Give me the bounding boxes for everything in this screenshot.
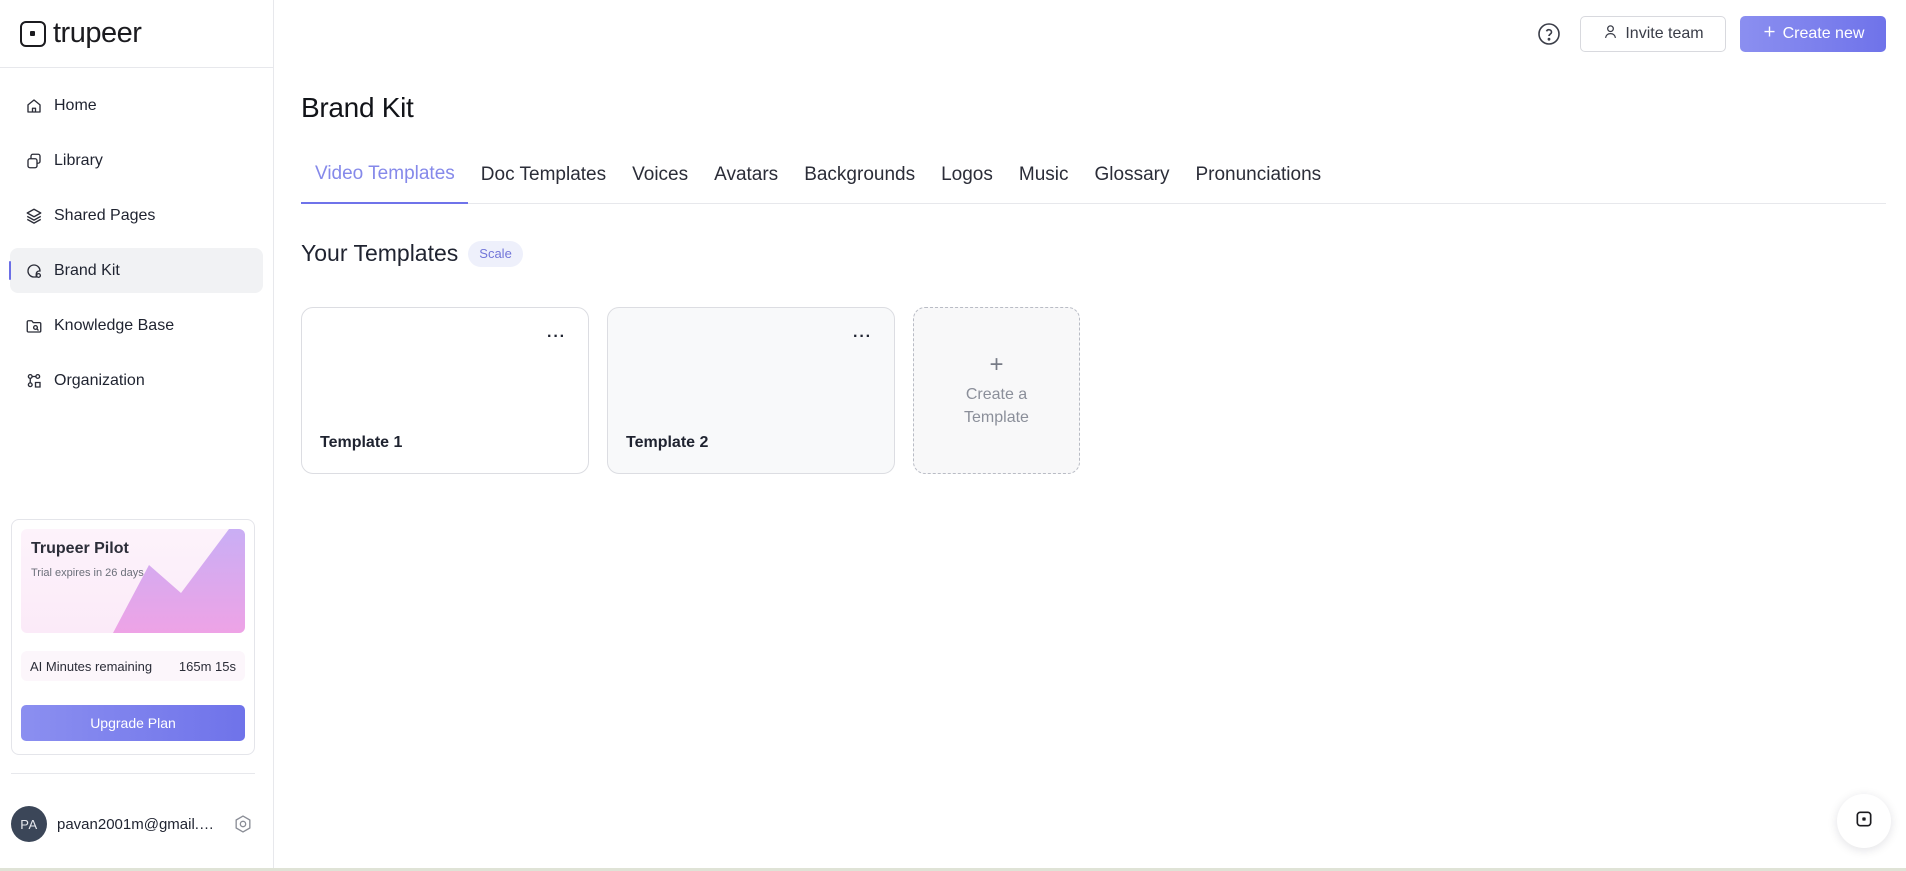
plan-badge: Scale xyxy=(468,240,523,267)
tab-voices[interactable]: Voices xyxy=(619,152,701,204)
plan-hero: Trupeer Pilot Trial expires in 26 days xyxy=(21,529,245,633)
create-new-label: Create new xyxy=(1782,25,1865,42)
page-title: Brand Kit xyxy=(301,92,414,123)
more-options-icon[interactable]: ··· xyxy=(547,329,566,345)
chat-widget-button[interactable] xyxy=(1837,794,1891,848)
tab-doc-templates[interactable]: Doc Templates xyxy=(468,152,619,204)
logo-text: trupeer xyxy=(53,17,142,49)
create-template-card[interactable]: + Create a Template xyxy=(913,307,1080,474)
sidebar-item-label: Organization xyxy=(54,371,145,389)
template-name: Template 2 xyxy=(626,434,709,451)
folder-search-icon xyxy=(25,317,43,335)
invite-team-label: Invite team xyxy=(1625,25,1704,42)
ai-minutes-value: 165m 15s xyxy=(178,658,236,674)
library-icon xyxy=(25,152,43,170)
template-card[interactable]: ··· Template 2 xyxy=(607,307,895,474)
plus-icon: + xyxy=(989,350,1004,378)
sidebar-item-label: Home xyxy=(54,96,97,114)
help-icon[interactable] xyxy=(1537,22,1561,46)
invite-team-button[interactable]: Invite team xyxy=(1580,16,1726,52)
plan-title: Trupeer Pilot xyxy=(31,540,129,557)
sidebar-item-shared-pages[interactable]: Shared Pages xyxy=(10,193,263,238)
tab-avatars[interactable]: Avatars xyxy=(701,152,791,204)
tab-video-templates[interactable]: Video Templates xyxy=(301,152,468,204)
template-card[interactable]: ··· Template 1 xyxy=(301,307,589,474)
sidebar-item-brand-kit[interactable]: Brand Kit xyxy=(9,248,263,293)
create-new-button[interactable]: Create new xyxy=(1740,16,1886,52)
sidebar-item-library[interactable]: Library xyxy=(10,138,263,183)
ai-minutes-row: AI Minutes remaining 165m 15s xyxy=(21,651,245,681)
tab-logos[interactable]: Logos xyxy=(928,152,1006,204)
tab-music[interactable]: Music xyxy=(1006,152,1082,204)
plan-trial-text: Trial expires in 26 days xyxy=(31,567,144,579)
chat-icon xyxy=(1854,809,1874,834)
plus-icon xyxy=(1762,24,1777,44)
ai-minutes-label: AI Minutes remaining xyxy=(30,658,153,674)
brand-kit-tabs: Video Templates Doc Templates Voices Ava… xyxy=(301,152,1886,204)
avatar[interactable]: PA xyxy=(11,806,47,842)
layers-icon xyxy=(25,207,43,225)
home-icon xyxy=(25,97,43,115)
template-name: Template 1 xyxy=(320,434,403,451)
sidebar: trupeer Home Library Shared Pages Brand … xyxy=(0,0,274,871)
sidebar-item-knowledge-base[interactable]: Knowledge Base xyxy=(10,303,263,348)
sidebar-item-organization[interactable]: Organization xyxy=(10,358,263,403)
settings-gear-icon[interactable] xyxy=(232,813,254,835)
brand-kit-icon xyxy=(25,262,43,280)
sidebar-divider xyxy=(11,773,255,774)
templates-section-header: Your Templates Scale xyxy=(301,240,523,267)
trupeer-logo-icon xyxy=(20,20,46,47)
sidebar-item-label: Library xyxy=(54,151,103,169)
upgrade-plan-button[interactable]: Upgrade Plan xyxy=(21,705,245,741)
sidebar-item-label: Shared Pages xyxy=(54,206,156,224)
user-email: pavan2001m@gmail.c... xyxy=(57,815,217,833)
sidebar-item-label: Knowledge Base xyxy=(54,316,175,334)
sidebar-item-home[interactable]: Home xyxy=(10,83,263,128)
user-profile[interactable]: PA pavan2001m@gmail.c... xyxy=(11,806,255,842)
create-template-label: Create a Template xyxy=(964,385,1029,426)
plan-card: Trupeer Pilot Trial expires in 26 days A… xyxy=(11,519,255,755)
section-title: Your Templates xyxy=(301,240,459,266)
tab-glossary[interactable]: Glossary xyxy=(1082,152,1183,204)
logo[interactable]: trupeer xyxy=(0,0,273,68)
more-options-icon[interactable]: ··· xyxy=(853,329,872,345)
user-icon xyxy=(1602,23,1619,45)
tab-pronunciations[interactable]: Pronunciations xyxy=(1182,152,1334,204)
organization-icon xyxy=(25,372,43,390)
tab-backgrounds[interactable]: Backgrounds xyxy=(791,152,928,204)
template-grid: ··· Template 1 ··· Template 2 + Create a… xyxy=(301,307,1080,474)
sidebar-item-label: Brand Kit xyxy=(54,261,120,279)
sidebar-nav: Home Library Shared Pages Brand Kit Know… xyxy=(0,68,273,403)
